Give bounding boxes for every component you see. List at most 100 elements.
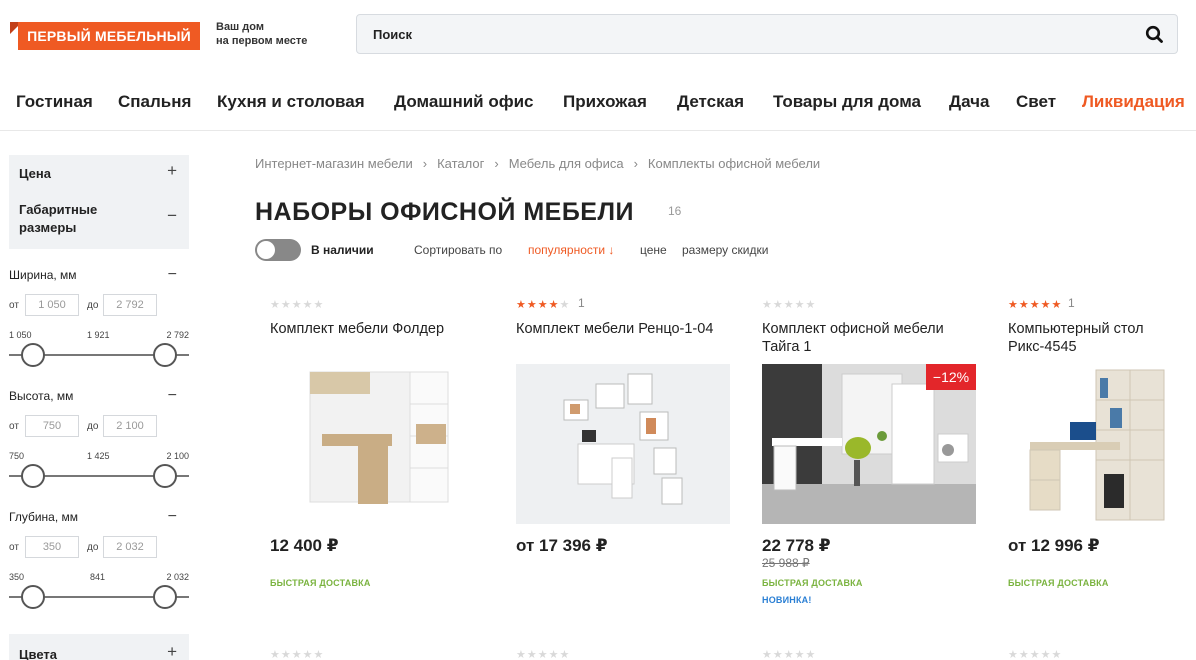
range-width: Ширина, мм − от до 1 050 1 921 2 792 <box>9 266 189 367</box>
product-card[interactable]: ★★★★★ 1 Компьютерный стол Рикс-4545 от 1… <box>1008 296 1196 628</box>
product-image[interactable]: −12% <box>762 364 976 524</box>
scale-min: 350 <box>9 572 25 582</box>
depth-max-handle[interactable] <box>153 585 177 609</box>
product-price: 22 778 ₽ <box>762 536 831 555</box>
breadcrumb-separator: › <box>422 156 428 171</box>
sort-discount[interactable]: размеру скидки <box>682 243 768 257</box>
nav-item-dacha[interactable]: Дача <box>949 86 989 118</box>
depth-min-handle[interactable] <box>21 585 45 609</box>
breadcrumb-separator: › <box>633 156 638 171</box>
in-stock-toggle[interactable] <box>255 239 301 261</box>
range-width-label: Ширина, мм <box>9 268 77 282</box>
nav-item-kids[interactable]: Детская <box>677 86 744 118</box>
breadcrumb-office[interactable]: Мебель для офиса <box>509 156 624 171</box>
fast-delivery-badge: БЫСТРАЯ ДОСТАВКА <box>1008 578 1109 588</box>
breadcrumb-catalog[interactable]: Каталог <box>437 156 484 171</box>
rating-stars: ★★★★★ <box>1008 299 1063 311</box>
computer-desk-illustration <box>1029 369 1165 521</box>
breadcrumb-current[interactable]: Комплекты офисной мебели <box>648 156 820 171</box>
rating-stars: ★★★★★ <box>1008 649 1063 660</box>
width-max-input[interactable] <box>103 294 157 316</box>
filter-colors-label: Цвета <box>19 647 57 660</box>
product-count: 16 <box>668 204 682 218</box>
from-label: от <box>9 421 19 432</box>
search-icon[interactable] <box>1145 25 1163 43</box>
scale-min: 750 <box>9 451 25 461</box>
minus-icon[interactable]: − <box>168 266 177 284</box>
height-max-input[interactable] <box>103 415 157 437</box>
breadcrumb: Интернет-магазин мебели › Каталог › Мебель д… <box>255 156 820 171</box>
product-name[interactable]: Комплект мебели Фолдер <box>270 320 484 338</box>
width-max-handle[interactable] <box>153 343 177 367</box>
nav-item-home-office[interactable]: Домашний офис <box>394 86 534 118</box>
scale-max: 2 032 <box>166 572 189 582</box>
product-price: от 17 396 ₽ <box>516 536 608 555</box>
new-badge: НОВИНКА! <box>762 595 812 605</box>
product-name[interactable]: Компьютерный стол Рикс-4545 <box>1008 320 1188 356</box>
product-card[interactable]: ★★★★★ 1 Комплект мебели Ренцо-1-04 от 17… <box>516 296 730 628</box>
page-title: НАБОРЫ ОФИСНОЙ МЕБЕЛИ <box>255 198 634 226</box>
minus-icon[interactable]: − <box>168 508 177 526</box>
range-depth-label: Глубина, мм <box>9 510 79 524</box>
nav-item-hallway[interactable]: Прихожая <box>563 86 647 118</box>
rating-stars: ★★★★★ <box>516 299 571 311</box>
scale-mid: 841 <box>90 572 106 582</box>
to-label: до <box>87 542 99 553</box>
filter-size[interactable]: Габаритные размеры − <box>9 191 189 249</box>
range-height-title: Высота, мм − <box>9 387 189 405</box>
width-min-input[interactable] <box>25 294 79 316</box>
product-price: 12 400 ₽ <box>270 536 339 555</box>
breadcrumb-home[interactable]: Интернет-магазин мебели <box>255 156 413 171</box>
rating-stars: ★★★★★ <box>762 649 817 660</box>
product-name[interactable]: Комплект офисной мебели Тайга 1 <box>762 320 976 356</box>
tagline-line1: Ваш дом <box>216 21 264 33</box>
search-input[interactable] <box>373 15 1113 53</box>
sort-price[interactable]: цене <box>640 243 667 257</box>
logo-text: ПЕРВЫЙ МЕБЕЛЬНЫЙ <box>18 22 200 50</box>
search-bar <box>356 14 1178 54</box>
rating-stars: ★★★★★ <box>270 649 325 660</box>
depth-min-input[interactable] <box>25 536 79 558</box>
fast-delivery-badge: БЫСТРАЯ ДОСТАВКА <box>270 578 371 588</box>
rating-stars: ★★★★★ <box>516 649 571 660</box>
height-min-handle[interactable] <box>21 464 45 488</box>
nav-item-light[interactable]: Свет <box>1016 86 1056 118</box>
toggle-knob <box>257 241 275 259</box>
filter-price[interactable]: Цена + <box>9 155 189 191</box>
sort-popularity[interactable]: популярности ↓ <box>528 243 614 257</box>
to-label: до <box>87 421 99 432</box>
minus-icon[interactable]: − <box>168 387 177 405</box>
review-count: 1 <box>578 296 585 310</box>
to-label: до <box>87 300 99 311</box>
scale-max: 2 100 <box>166 451 189 461</box>
minus-icon[interactable]: − <box>167 207 177 225</box>
rating-stars: ★★★★★ <box>762 299 817 311</box>
sort-label: Сортировать по <box>414 243 503 257</box>
tagline-line2: на первом месте <box>216 35 308 47</box>
scale-mid: 1 921 <box>87 330 110 340</box>
product-image[interactable] <box>270 364 484 524</box>
plus-icon[interactable]: + <box>167 643 177 660</box>
plus-icon[interactable]: + <box>167 162 177 180</box>
nav-item-kitchen[interactable]: Кухня и столовая <box>217 86 365 118</box>
nav-item-home-goods[interactable]: Товары для дома <box>773 86 921 118</box>
product-image[interactable] <box>1008 364 1196 524</box>
range-height-label: Высота, мм <box>9 389 74 403</box>
product-image[interactable] <box>516 364 730 524</box>
height-min-input[interactable] <box>25 415 79 437</box>
product-card[interactable]: ★★★★★ Комплект офисной мебели Тайга 1 −1… <box>762 298 976 628</box>
product-card[interactable]: ★★★★★ Комплект мебели Фолдер 12 400 ₽ БЫ… <box>270 298 484 628</box>
nav-item-bedroom[interactable]: Спальня <box>118 86 191 118</box>
scale-max: 2 792 <box>166 330 189 340</box>
filter-price-label: Цена <box>19 166 51 181</box>
filter-colors[interactable]: Цвета + <box>9 634 189 660</box>
nav-item-sale[interactable]: Ликвидация <box>1082 86 1185 118</box>
width-min-handle[interactable] <box>21 343 45 367</box>
depth-max-input[interactable] <box>103 536 157 558</box>
height-max-handle[interactable] <box>153 464 177 488</box>
filter-size-label: Габаритные размеры <box>19 202 98 235</box>
nav-item-living-room[interactable]: Гостиная <box>16 86 93 118</box>
product-name[interactable]: Комплект мебели Ренцо-1-04 <box>516 320 730 338</box>
rating-stars: ★★★★★ <box>270 299 325 311</box>
filter-sidebar: Цена + Габаритные размеры − Ширина, мм −… <box>0 131 200 660</box>
